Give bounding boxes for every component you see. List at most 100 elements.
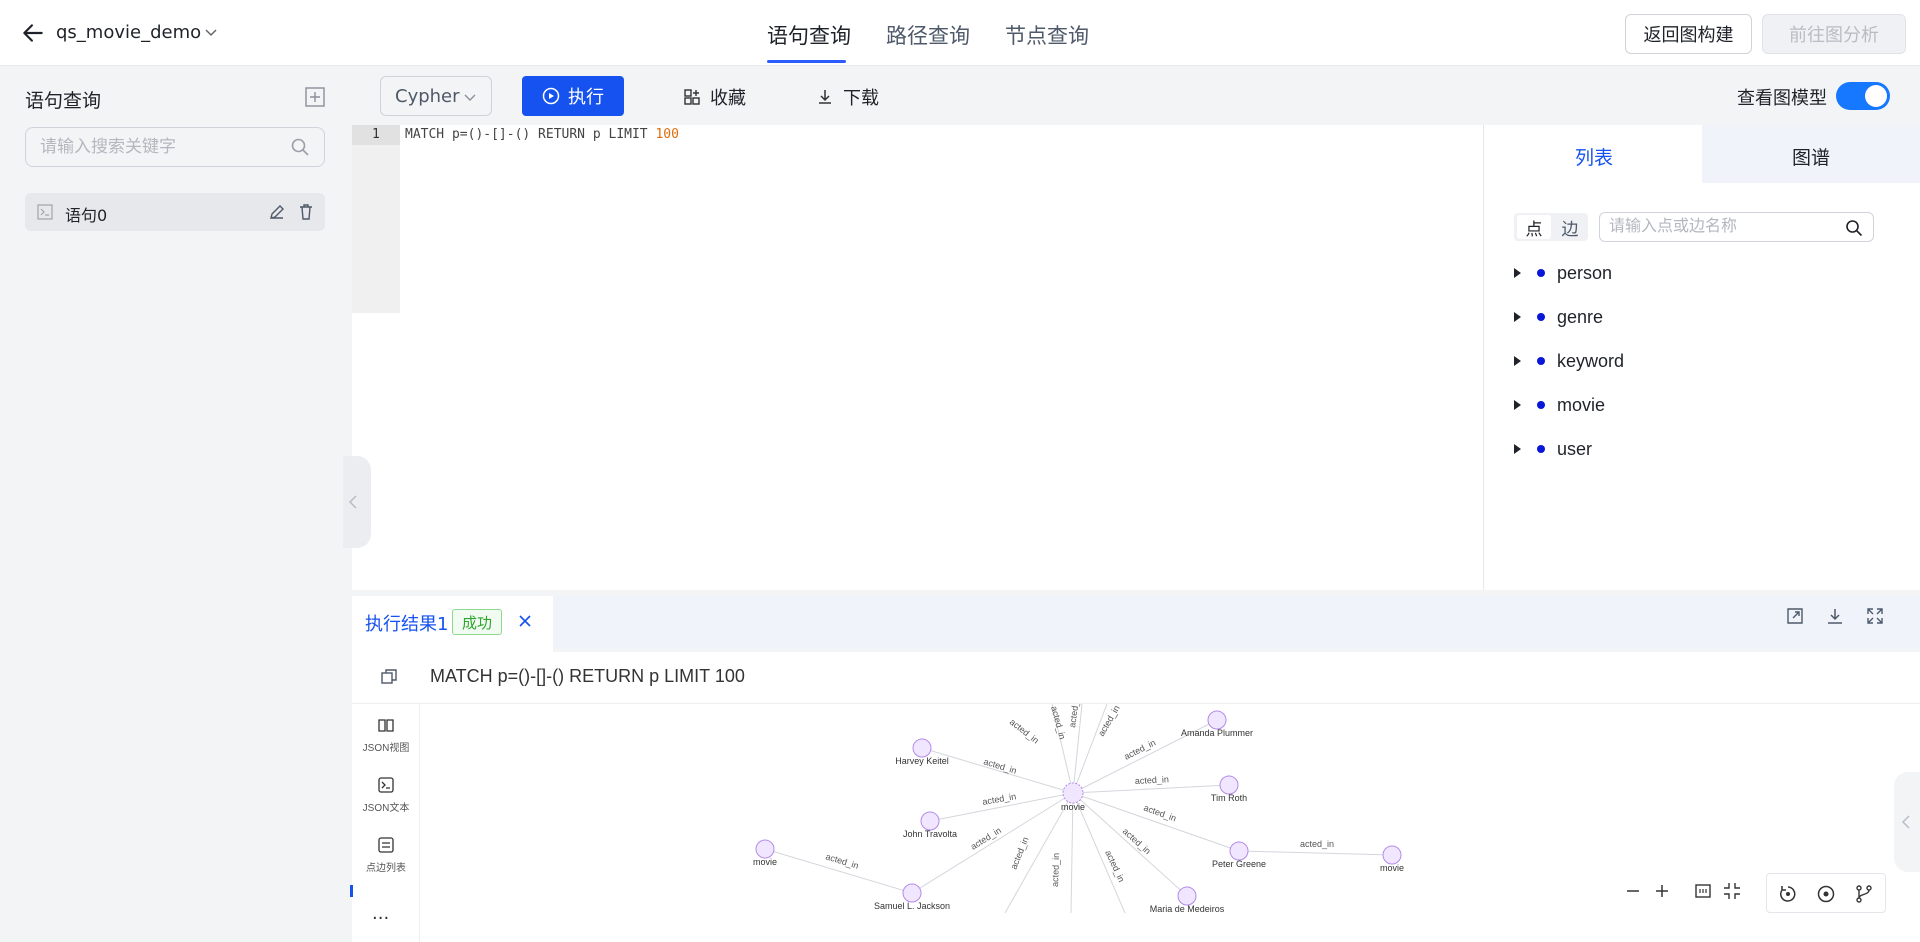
search-icon[interactable] xyxy=(290,137,310,157)
zoom-out-icon[interactable] xyxy=(1622,880,1644,902)
caret-right-icon[interactable] xyxy=(1514,400,1521,410)
graph-node xyxy=(1229,841,1249,861)
edge-label: acted_in xyxy=(1142,802,1177,823)
add-statement-icon[interactable] xyxy=(304,86,326,108)
view-node-edge-list[interactable]: 点边列表 xyxy=(352,836,420,874)
view-node-edge-list-label: 点边列表 xyxy=(366,863,406,874)
tab-statement-query[interactable]: 语句查询 xyxy=(767,20,851,50)
force-layout-icon[interactable] xyxy=(1777,883,1799,905)
edge-label: acted_in xyxy=(1008,717,1041,746)
favorite-grid-icon xyxy=(684,89,700,105)
download-icon[interactable] xyxy=(1824,605,1846,627)
back-to-build-button[interactable]: 返回图构建 xyxy=(1625,14,1752,54)
search-icon[interactable] xyxy=(1845,219,1863,237)
copy-icon[interactable] xyxy=(379,667,399,687)
view-json-text-label: JSON文本 xyxy=(362,803,410,814)
caret-right-icon[interactable] xyxy=(1514,356,1521,366)
node-label: Peter Greene xyxy=(1212,859,1266,869)
edge-label: acted_in xyxy=(1122,737,1157,761)
view-json-text[interactable]: JSON文本 xyxy=(352,776,420,814)
favorite-button[interactable]: 收藏 xyxy=(683,84,746,110)
caret-right-icon[interactable] xyxy=(1514,444,1521,454)
edge-label: acted_in xyxy=(1009,835,1031,870)
segment-edge[interactable]: 边 xyxy=(1554,215,1586,240)
line-number: 1 xyxy=(372,127,380,142)
graph-node xyxy=(755,839,775,859)
play-circle-icon xyxy=(542,87,560,105)
caret-right-icon[interactable] xyxy=(1514,312,1521,322)
download-label: 下载 xyxy=(843,88,879,109)
tree-layout-icon[interactable] xyxy=(1853,883,1875,905)
chevron-down-icon xyxy=(464,94,476,101)
schema-search-input[interactable] xyxy=(1600,213,1830,241)
edge-label: acted_in xyxy=(1300,839,1334,849)
editor-gutter xyxy=(352,125,400,313)
tree-item-user[interactable]: user xyxy=(1514,436,1592,462)
statement-label: 语句0 xyxy=(65,206,108,225)
sidebar-search-input[interactable] xyxy=(26,128,276,166)
tree-item-label: user xyxy=(1557,438,1593,459)
chevron-left-icon xyxy=(1901,815,1910,829)
tab-graph[interactable]: 图谱 xyxy=(1792,143,1830,170)
zoom-in-icon[interactable] xyxy=(1651,880,1673,902)
graph-node xyxy=(1219,775,1239,795)
graph-edge xyxy=(1072,792,1188,897)
view-model-label: 查看图模型 xyxy=(1737,88,1827,109)
go-to-analysis-button[interactable]: 前往图分析 xyxy=(1762,14,1906,54)
tab-path-query[interactable]: 路径查询 xyxy=(886,20,970,50)
terminal-icon xyxy=(378,777,394,793)
favorite-label: 收藏 xyxy=(710,88,746,109)
edge-label: acted_in xyxy=(1050,853,1061,887)
tree-item-person[interactable]: person xyxy=(1514,260,1612,286)
execute-label: 执行 xyxy=(568,87,604,108)
code-line[interactable]: MATCH p=()-[]-() RETURN p LIMIT 100 xyxy=(405,127,679,142)
graph-canvas[interactable]: acted_in acted_in acted_in acted_in acte… xyxy=(420,704,1904,942)
language-select[interactable]: Cypher xyxy=(380,76,492,116)
node-type-dot xyxy=(1537,269,1545,277)
fit-view-icon[interactable] xyxy=(1692,880,1714,902)
close-icon[interactable] xyxy=(516,612,534,630)
node-label: John Travolta xyxy=(903,829,957,839)
tab-list[interactable]: 列表 xyxy=(1575,143,1613,170)
node-edge-switch: 点 边 xyxy=(1514,213,1588,241)
back-arrow-icon[interactable] xyxy=(20,20,46,46)
tree-item-movie[interactable]: movie xyxy=(1514,392,1605,418)
download-button[interactable]: 下载 xyxy=(816,84,879,110)
book-icon xyxy=(378,719,394,732)
collapse-view-icon[interactable] xyxy=(1721,880,1743,902)
code-editor[interactable] xyxy=(352,125,1483,590)
chevron-down-icon[interactable] xyxy=(203,24,219,40)
segment-node[interactable]: 点 xyxy=(1517,215,1551,240)
view-json-label: JSON视图 xyxy=(362,743,410,754)
tab-node-query[interactable]: 节点查询 xyxy=(1005,20,1089,50)
schema-search xyxy=(1599,212,1874,242)
delete-icon[interactable] xyxy=(297,203,315,221)
edit-icon[interactable] xyxy=(268,203,286,221)
node-type-dot xyxy=(1537,357,1545,365)
edge-label: acted_in xyxy=(1135,774,1170,786)
view-model-toggle[interactable] xyxy=(1836,82,1890,110)
execute-button[interactable]: 执行 xyxy=(522,76,624,116)
download-icon xyxy=(819,90,831,104)
sidebar-collapse-handle[interactable] xyxy=(343,456,371,548)
graph-panel-handle[interactable] xyxy=(1894,772,1920,872)
code-number: 100 xyxy=(655,127,679,142)
edge-label: acted_in xyxy=(1121,826,1153,856)
project-name[interactable]: qs_movie_demo xyxy=(56,22,201,43)
graph-node-labels: movie Harvey Keitel John Travolta Samuel… xyxy=(753,728,1404,914)
fullscreen-icon[interactable] xyxy=(1864,605,1886,627)
result-tab-title[interactable]: 执行结果1 xyxy=(365,610,448,636)
active-tab-indicator xyxy=(767,60,846,63)
graph-node xyxy=(1382,845,1402,865)
node-label: movie xyxy=(1380,863,1404,873)
tree-item-keyword[interactable]: keyword xyxy=(1514,348,1624,374)
node-label: movie xyxy=(753,857,777,867)
caret-right-icon[interactable] xyxy=(1514,268,1521,278)
view-json[interactable]: JSON视图 xyxy=(352,716,420,754)
radial-layout-icon[interactable] xyxy=(1815,883,1837,905)
more-views-button[interactable]: ··· xyxy=(372,908,389,929)
graph-edge xyxy=(1238,850,1393,856)
statement-item[interactable]: 语句0 xyxy=(25,193,325,231)
tree-item-genre[interactable]: genre xyxy=(1514,304,1603,330)
export-icon[interactable] xyxy=(1784,605,1806,627)
